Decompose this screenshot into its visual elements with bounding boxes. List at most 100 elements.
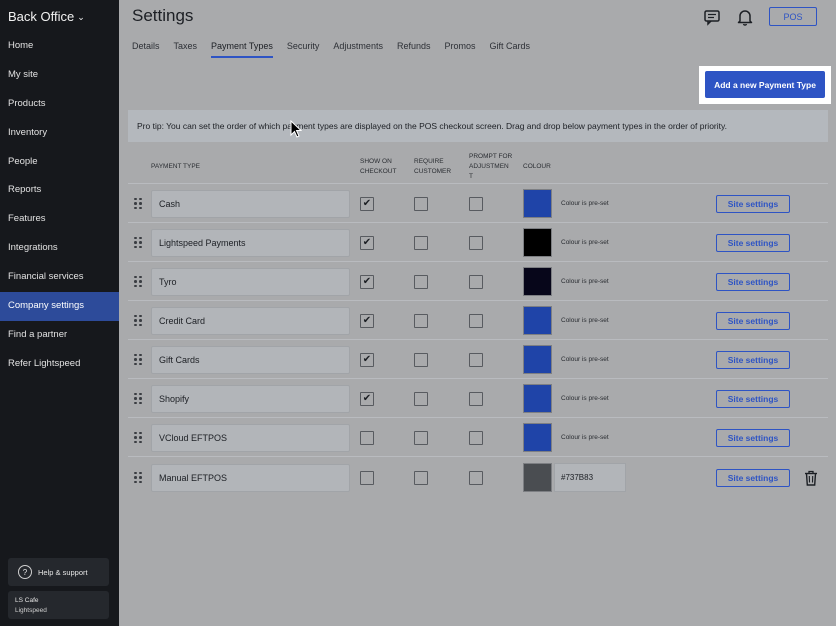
drag-dot xyxy=(134,401,137,405)
payment-type-name-field[interactable]: Lightspeed Payments xyxy=(151,228,350,257)
colour-preset-label: Colour is pre-set xyxy=(561,238,609,246)
prompt-adjustment-checkbox[interactable] xyxy=(469,352,483,367)
chat-icon[interactable] xyxy=(703,8,721,26)
prompt-adjustment-checkbox[interactable] xyxy=(469,470,483,485)
payment-type-name-field[interactable]: Tyro xyxy=(151,267,350,296)
prompt-adjustment-checkbox[interactable] xyxy=(469,430,483,445)
require-customer-checkbox[interactable] xyxy=(414,235,428,250)
help-support-button[interactable]: ? Help & support xyxy=(8,558,109,586)
site-settings-button[interactable]: Site settings xyxy=(716,311,790,330)
drag-dot xyxy=(134,362,137,366)
payment-type-name-field[interactable]: Manual EFTPOS xyxy=(151,463,350,492)
drag-handle-icon[interactable] xyxy=(134,197,142,210)
pro-tip: Pro tip: You can set the order of which … xyxy=(128,110,828,142)
show-on-checkout-checkbox[interactable]: ✔ xyxy=(360,235,374,250)
mouse-cursor-icon xyxy=(290,120,302,138)
brand-menu[interactable]: Back Office ⌄ xyxy=(8,9,85,24)
add-payment-type-button[interactable]: Add a new Payment Type xyxy=(705,71,825,98)
tab-payment-types[interactable]: Payment Types xyxy=(211,41,273,58)
require-customer-checkbox[interactable] xyxy=(414,391,428,406)
sidebar-item-reports[interactable]: Reports xyxy=(0,176,119,205)
trash-icon[interactable] xyxy=(804,470,818,486)
payment-type-name-field[interactable]: Shopify xyxy=(151,384,350,413)
show-on-checkout-checkbox[interactable] xyxy=(360,430,374,445)
table-row: Manual EFTPOS #737B83 Site settings xyxy=(128,456,828,497)
require-customer-checkbox[interactable] xyxy=(414,196,428,211)
drag-handle-icon[interactable] xyxy=(134,471,142,484)
sidebar-item-financial-services[interactable]: Financial services xyxy=(0,263,119,292)
show-on-checkout-checkbox[interactable]: ✔ xyxy=(360,196,374,211)
sidebar-item-my-site[interactable]: My site xyxy=(0,61,119,90)
tab-gift-cards[interactable]: Gift Cards xyxy=(490,41,531,58)
site-settings-button[interactable]: Site settings xyxy=(716,272,790,291)
tab-adjustments[interactable]: Adjustments xyxy=(333,41,383,58)
sidebar-item-features[interactable]: Features xyxy=(0,205,119,234)
show-on-checkout-checkbox[interactable]: ✔ xyxy=(360,391,374,406)
table-row: Gift Cards ✔ Colour is pre-set Site setting… xyxy=(128,339,828,378)
require-customer-checkbox[interactable] xyxy=(414,352,428,367)
site-settings-button[interactable]: Site settings xyxy=(716,233,790,252)
payment-type-name-field[interactable]: Credit Card xyxy=(151,306,350,335)
drag-dot xyxy=(134,197,137,200)
require-customer-checkbox[interactable] xyxy=(414,313,428,328)
show-on-checkout-checkbox[interactable]: ✔ xyxy=(360,313,374,328)
sidebar-item-integrations[interactable]: Integrations xyxy=(0,234,119,263)
account-switcher[interactable]: LS Cafe Lightspeed xyxy=(8,591,109,619)
sidebar-item-home[interactable]: Home xyxy=(0,32,119,61)
add-button-highlight: Add a new Payment Type xyxy=(699,66,831,104)
drag-handle-icon[interactable] xyxy=(134,431,142,444)
bell-icon[interactable] xyxy=(736,8,754,26)
tab-taxes[interactable]: Taxes xyxy=(174,41,198,58)
show-on-checkout-checkbox[interactable]: ✔ xyxy=(360,352,374,367)
tab-security[interactable]: Security xyxy=(287,41,320,58)
prompt-adjustment-checkbox[interactable] xyxy=(469,235,483,250)
colour-swatch xyxy=(523,384,552,413)
prompt-adjustment-checkbox[interactable] xyxy=(469,274,483,289)
require-customer-checkbox[interactable] xyxy=(414,430,428,445)
sidebar-item-refer-lightspeed[interactable]: Refer Lightspeed xyxy=(0,350,119,379)
colour-swatch[interactable] xyxy=(523,463,552,492)
colour-preset-label: Colour is pre-set xyxy=(561,199,609,207)
site-settings-button[interactable]: Site settings xyxy=(716,389,790,408)
site-settings-button[interactable]: Site settings xyxy=(716,428,790,447)
drag-dot xyxy=(139,471,142,474)
require-customer-checkbox[interactable] xyxy=(414,274,428,289)
sidebar-item-company-settings[interactable]: Company settings xyxy=(0,292,119,321)
colour-preset-label: Colour is pre-set xyxy=(561,394,609,402)
sidebar-item-products[interactable]: Products xyxy=(0,90,119,119)
sidebar-nav: Home My site Products Inventory People Report… xyxy=(0,32,119,379)
site-settings-button[interactable]: Site settings xyxy=(716,350,790,369)
site-settings-button[interactable]: Site settings xyxy=(716,468,790,487)
drag-handle-icon[interactable] xyxy=(134,353,142,366)
payment-type-name-field[interactable]: Gift Cards xyxy=(151,345,350,374)
sidebar-item-inventory[interactable]: Inventory xyxy=(0,119,119,148)
tab-details[interactable]: Details xyxy=(132,41,160,58)
col-require-line-1: REQUIRE xyxy=(414,158,444,165)
drag-dot xyxy=(134,280,137,283)
show-on-checkout-checkbox[interactable]: ✔ xyxy=(360,274,374,289)
sidebar-item-people[interactable]: People xyxy=(0,148,119,177)
drag-dot xyxy=(134,236,137,239)
drag-handle-icon[interactable] xyxy=(134,275,142,288)
require-customer-checkbox[interactable] xyxy=(414,470,428,485)
prompt-adjustment-checkbox[interactable] xyxy=(469,196,483,211)
pos-button[interactable]: POS xyxy=(769,7,817,26)
drag-dot xyxy=(139,202,142,205)
drag-dot xyxy=(134,202,137,205)
drag-dot xyxy=(139,275,142,278)
tab-promos[interactable]: Promos xyxy=(444,41,475,58)
site-settings-button[interactable]: Site settings xyxy=(716,194,790,213)
drag-dot xyxy=(139,241,142,244)
drag-handle-icon[interactable] xyxy=(134,392,142,405)
payment-type-name-field[interactable]: VCloud EFTPOS xyxy=(151,423,350,452)
show-on-checkout-checkbox[interactable] xyxy=(360,470,374,485)
payment-type-name-field[interactable]: Cash xyxy=(151,189,350,218)
tab-refunds[interactable]: Refunds xyxy=(397,41,431,58)
drag-handle-icon[interactable] xyxy=(134,236,142,249)
drag-handle-icon[interactable] xyxy=(134,314,142,327)
prompt-adjustment-checkbox[interactable] xyxy=(469,313,483,328)
colour-swatch xyxy=(523,189,552,218)
colour-hex-input[interactable]: #737B83 xyxy=(554,463,626,492)
sidebar-item-find-a-partner[interactable]: Find a partner xyxy=(0,321,119,350)
prompt-adjustment-checkbox[interactable] xyxy=(469,391,483,406)
